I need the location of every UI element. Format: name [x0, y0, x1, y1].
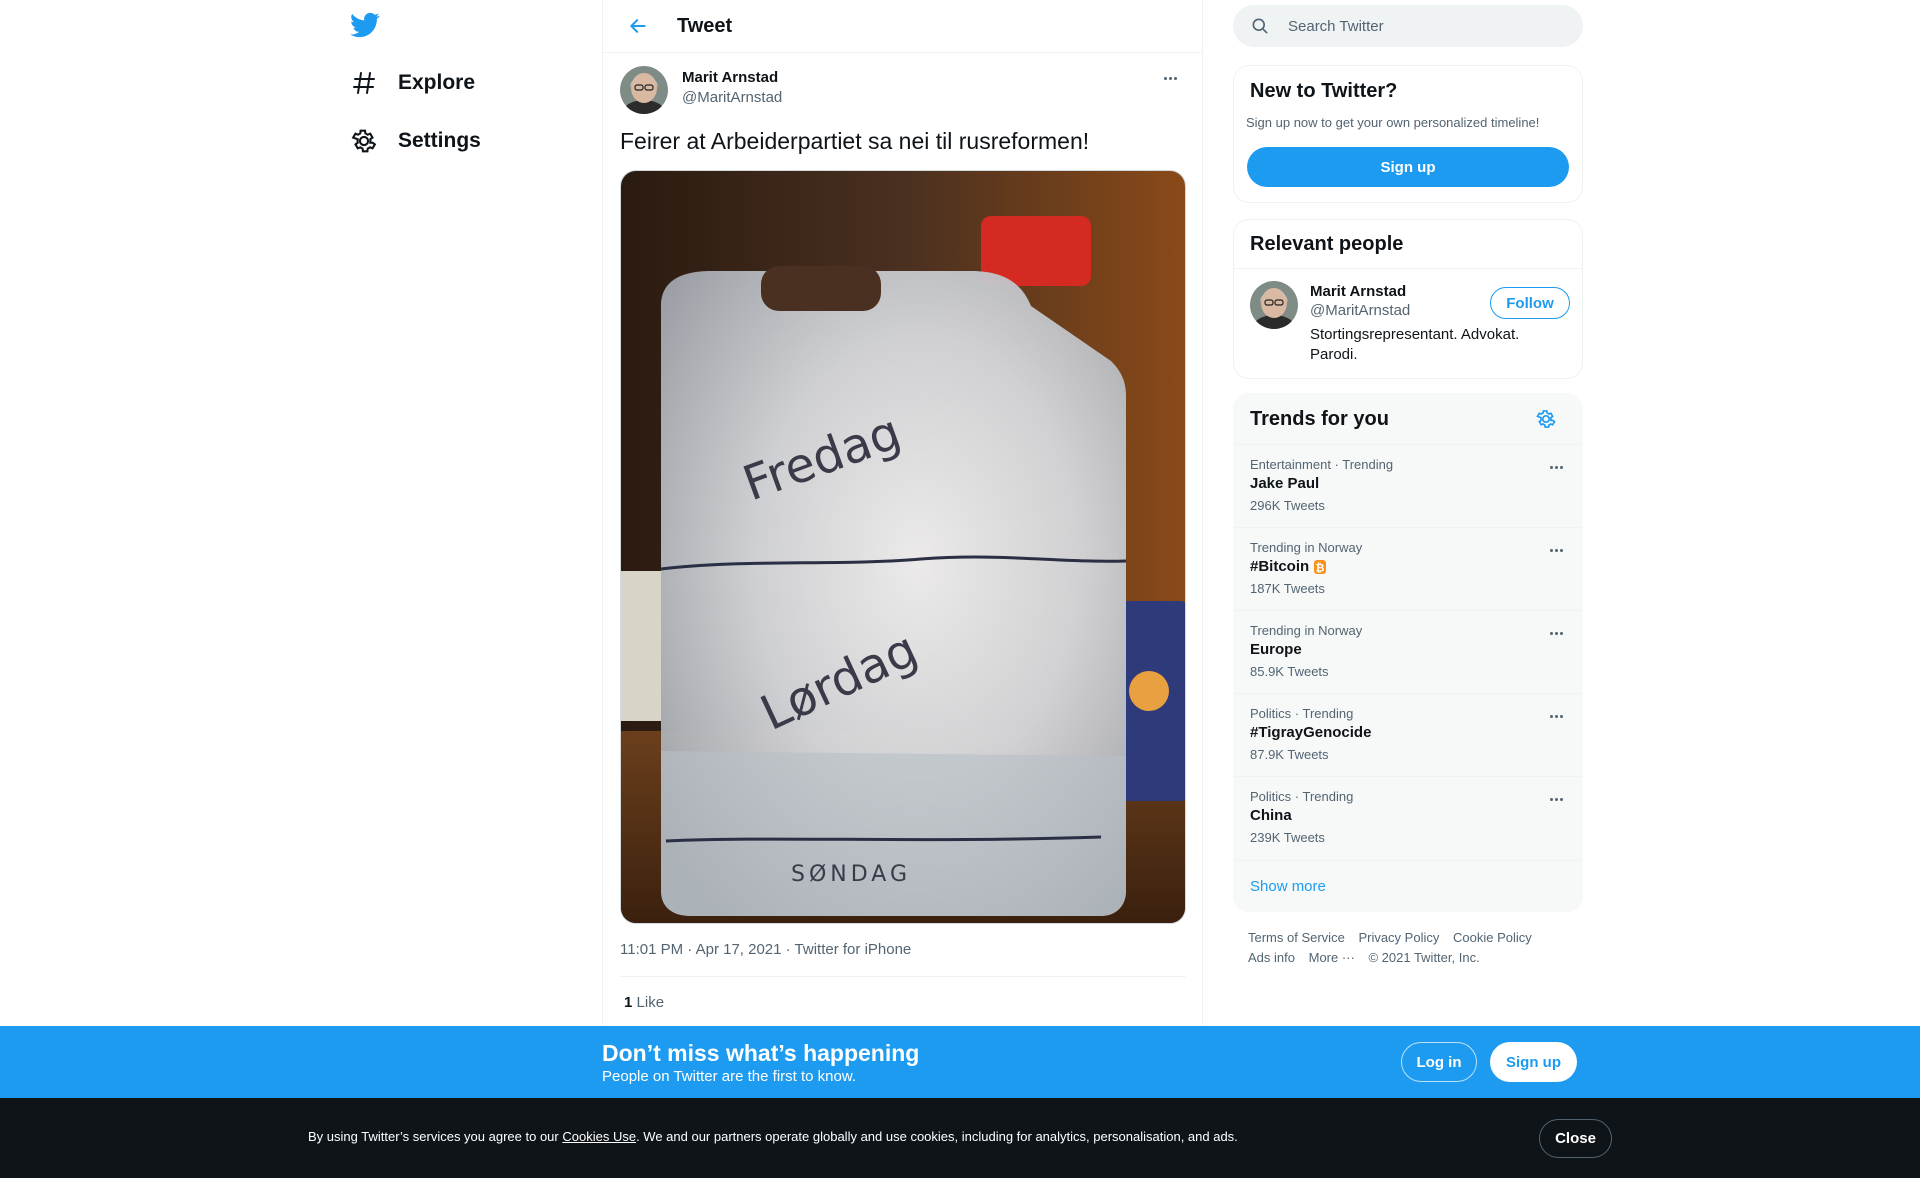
search-icon	[1250, 16, 1270, 36]
person-name[interactable]: Marit Arnstad	[1310, 283, 1406, 300]
trend-item[interactable]: Politics · Trending #TigrayGenocide 87.9…	[1234, 693, 1582, 776]
more-options-icon[interactable]	[1160, 68, 1180, 88]
trend-name: #Bitcoin ₿	[1250, 558, 1328, 575]
trend-meta: Trending in Norway	[1250, 623, 1363, 638]
search-input[interactable]	[1288, 17, 1568, 35]
trend-name-text: Europe	[1250, 641, 1302, 658]
search-bar[interactable]	[1233, 5, 1583, 47]
trend-count: 87.9K Tweets	[1250, 747, 1329, 762]
trend-name: Jake Paul	[1250, 475, 1319, 492]
show-more-label: Show more	[1250, 878, 1326, 895]
image-label-sondag: SØNDAG	[791, 862, 911, 887]
tweet-text: Feirer at Arbeiderpartiet sa nei til rus…	[620, 128, 1090, 154]
tweet-author: Marit Arnstad @MaritArnstad	[620, 66, 1180, 116]
nav-settings-label: Settings	[398, 129, 481, 152]
hashtag-icon	[350, 69, 378, 97]
twitter-bird-icon[interactable]	[350, 10, 382, 42]
trend-count: 85.9K Tweets	[1250, 664, 1329, 679]
signup-prompt-subtitle: People on Twitter are the first to know.	[602, 1068, 857, 1085]
footer-links: Terms of Service Privacy Policy Cookie P…	[1248, 928, 1578, 968]
signup-prompt-title: Don’t miss what’s happening	[602, 1040, 920, 1066]
nav-explore-label: Explore	[398, 71, 476, 94]
terms-link[interactable]: Terms of Service	[1248, 930, 1345, 945]
trend-meta: Trending in Norway	[1250, 540, 1363, 555]
trend-name-text: China	[1250, 807, 1292, 824]
cookies-use-link[interactable]: Cookies Use	[562, 1129, 636, 1144]
avatar[interactable]	[1250, 281, 1298, 329]
signup-prompt-bar: Don’t miss what’s happening People on Tw…	[0, 1026, 1920, 1098]
more-link[interactable]: More ···	[1309, 950, 1355, 965]
trends-title: Trends for you	[1250, 408, 1389, 430]
signup-button[interactable]: Sign up	[1490, 1042, 1577, 1082]
trend-name-text: #TigrayGenocide	[1250, 724, 1372, 741]
author-handle[interactable]: @MaritArnstad	[682, 89, 782, 106]
more-options-icon[interactable]	[1546, 540, 1566, 560]
relevant-people-card: Relevant people Marit Arnstad @MaritArns…	[1233, 219, 1583, 379]
trend-meta: Entertainment · Trending	[1250, 457, 1394, 472]
svg-text:₿: ₿	[1316, 561, 1325, 574]
show-more-link[interactable]: Show more	[1234, 860, 1582, 911]
cookie-text-after: . We and our partners operate globally a…	[636, 1129, 1238, 1144]
cookie-text: By using Twitter’s services you agree to…	[308, 1129, 1238, 1144]
more-options-icon[interactable]	[1546, 457, 1566, 477]
author-name[interactable]: Marit Arnstad	[682, 69, 778, 86]
divider	[1234, 268, 1582, 269]
trend-count: 296K Tweets	[1250, 498, 1325, 513]
copyright: © 2021 Twitter, Inc.	[1368, 950, 1480, 965]
cookie-text-before: By using Twitter’s services you agree to…	[308, 1129, 563, 1144]
new-to-twitter-subtitle: Sign up now to get your own personalized…	[1246, 115, 1540, 130]
arrow-left-icon[interactable]	[623, 11, 653, 41]
page-header: Tweet	[603, 0, 1202, 53]
avatar[interactable]	[620, 66, 668, 114]
privacy-link[interactable]: Privacy Policy	[1358, 930, 1439, 945]
main-column: Tweet Marit Arnstad @MaritArnstad Feirer…	[602, 0, 1203, 1026]
page-title: Tweet	[677, 14, 733, 37]
relevant-people-title: Relevant people	[1250, 233, 1404, 255]
trend-name: China	[1250, 807, 1292, 824]
trend-meta: Politics · Trending	[1250, 789, 1354, 804]
divider	[620, 976, 1186, 977]
relevant-person[interactable]: Marit Arnstad @MaritArnstad Stortingsrep…	[1250, 281, 1570, 371]
person-handle[interactable]: @MaritArnstad	[1310, 302, 1410, 319]
follow-button[interactable]: Follow	[1490, 287, 1570, 319]
trend-name: Europe	[1250, 641, 1302, 658]
cookie-banner: By using Twitter’s services you agree to…	[0, 1098, 1920, 1178]
more-options-icon[interactable]	[1546, 706, 1566, 726]
trend-name-text: Jake Paul	[1250, 475, 1320, 492]
ads-info-link[interactable]: Ads info	[1248, 950, 1295, 965]
bitcoin-icon: ₿	[1312, 559, 1328, 575]
close-button[interactable]: Close	[1539, 1119, 1612, 1158]
trend-count: 239K Tweets	[1250, 830, 1325, 845]
trend-name-text: #Bitcoin	[1250, 558, 1310, 575]
likes-label: Like	[636, 994, 665, 1011]
more-options-icon[interactable]	[1546, 623, 1566, 643]
nav-settings[interactable]: Settings	[350, 117, 481, 165]
trend-item[interactable]: Entertainment · Trending Jake Paul 296K …	[1234, 444, 1582, 527]
trend-item[interactable]: Trending in Norway Europe 85.9K Tweets	[1234, 610, 1582, 693]
trend-meta: Politics · Trending	[1250, 706, 1354, 721]
gear-icon[interactable]	[1535, 408, 1557, 430]
likes-number: 1	[624, 994, 633, 1011]
trends-card: Trends for you Entertainment · Trending …	[1233, 393, 1583, 912]
trend-count: 187K Tweets	[1250, 581, 1325, 596]
more-options-icon[interactable]	[1546, 789, 1566, 809]
likes-count[interactable]: 1 Like	[624, 994, 664, 1011]
trend-item[interactable]: Politics · Trending China 239K Tweets	[1234, 776, 1582, 859]
new-to-twitter-title: New to Twitter?	[1250, 80, 1398, 102]
nav-explore[interactable]: Explore	[350, 59, 475, 107]
login-button[interactable]: Log in	[1401, 1042, 1477, 1082]
signup-button[interactable]: Sign up	[1247, 147, 1569, 187]
tweet-timestamp[interactable]: 11:01 PM · Apr 17, 2021 · Twitter for iP…	[620, 941, 911, 958]
tweet-image[interactable]: Fredag Lørdag SØNDAG	[620, 170, 1186, 924]
cookie-policy-link[interactable]: Cookie Policy	[1453, 930, 1532, 945]
trend-item[interactable]: Trending in Norway #Bitcoin ₿ 187K Tweet…	[1234, 527, 1582, 610]
trend-name: #TigrayGenocide	[1250, 724, 1371, 741]
gear-icon	[350, 127, 378, 155]
person-bio: Stortingsrepresentant. Advokat. Parodi.	[1310, 326, 1520, 363]
new-to-twitter-card: New to Twitter? Sign up now to get your …	[1233, 65, 1583, 203]
